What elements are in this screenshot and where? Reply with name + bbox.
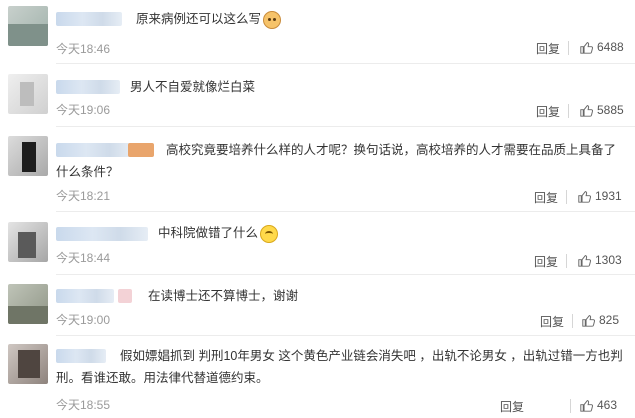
divider — [56, 126, 635, 127]
like-button[interactable]: 825 — [582, 313, 619, 327]
username-blurred[interactable] — [56, 12, 122, 26]
reply-button[interactable]: 回复 — [536, 40, 560, 57]
comment-time: 今天18:44 — [56, 251, 111, 265]
thumbs-up-icon — [578, 190, 591, 203]
username-blurred[interactable] — [56, 289, 114, 303]
user-badge — [118, 289, 132, 303]
avatar[interactable] — [8, 344, 48, 384]
comment-text: 原来病例还可以这么写 — [136, 8, 282, 30]
like-button[interactable]: 1303 — [578, 253, 622, 267]
username-blurred[interactable] — [56, 80, 120, 94]
like-count: 825 — [599, 313, 620, 327]
divider — [56, 335, 635, 336]
comment-text: 高校究竟要培养什么样的人才呢？换句话说，高校培养的人才需要在品质上具备了什么条件… — [56, 143, 617, 179]
cat-icon — [263, 10, 282, 29]
avatar[interactable] — [8, 74, 48, 114]
worried-face-icon — [260, 224, 279, 243]
comment-text: 假如嫖娼抓到 判刑10年男女 这个黄色产业链会消失吧 ，出轨不论男女 ，出轨过错… — [56, 349, 623, 385]
comment-text: 中科院做错了什么 — [158, 222, 279, 244]
thumbs-up-icon — [582, 314, 595, 327]
comment-time: 今天18:55 — [56, 398, 111, 412]
reply-button[interactable]: 回复 — [500, 398, 524, 415]
separator — [568, 41, 569, 55]
separator — [566, 190, 567, 204]
separator — [570, 399, 571, 413]
avatar[interactable] — [8, 136, 48, 176]
like-button[interactable]: 463 — [580, 398, 617, 412]
like-count: 6488 — [597, 40, 624, 54]
thumbs-up-icon — [580, 104, 593, 117]
reply-button[interactable]: 回复 — [534, 253, 558, 270]
like-button[interactable]: 1931 — [578, 189, 622, 203]
thumbs-up-icon — [578, 254, 591, 267]
comment-time: 今天18:21 — [56, 189, 111, 203]
like-count: 1931 — [595, 189, 622, 203]
comment-time: 今天19:00 — [56, 313, 111, 327]
comment-time: 今天18:46 — [56, 42, 111, 56]
separator — [568, 104, 569, 118]
divider — [56, 211, 635, 212]
like-count: 1303 — [595, 253, 622, 267]
comment-text: 在读博士还不算博士，谢谢 — [148, 289, 299, 303]
like-count: 463 — [597, 398, 618, 412]
like-count: 5885 — [597, 103, 624, 117]
comment-text: 男人不自爱就像烂白菜 — [130, 80, 256, 94]
separator — [572, 314, 573, 328]
thumbs-up-icon — [580, 41, 593, 54]
divider — [56, 274, 635, 275]
divider — [56, 63, 635, 64]
reply-button[interactable]: 回复 — [540, 313, 564, 330]
like-button[interactable]: 6488 — [580, 40, 624, 54]
thumbs-up-icon — [580, 399, 593, 412]
avatar[interactable] — [8, 222, 48, 262]
username-blurred[interactable] — [56, 227, 148, 241]
like-button[interactable]: 5885 — [580, 103, 624, 117]
comment-time: 今天19:06 — [56, 103, 111, 117]
reply-button[interactable]: 回复 — [536, 103, 560, 120]
avatar[interactable] — [8, 6, 48, 46]
separator — [566, 254, 567, 268]
reply-button[interactable]: 回复 — [534, 189, 558, 206]
avatar[interactable] — [8, 284, 48, 324]
